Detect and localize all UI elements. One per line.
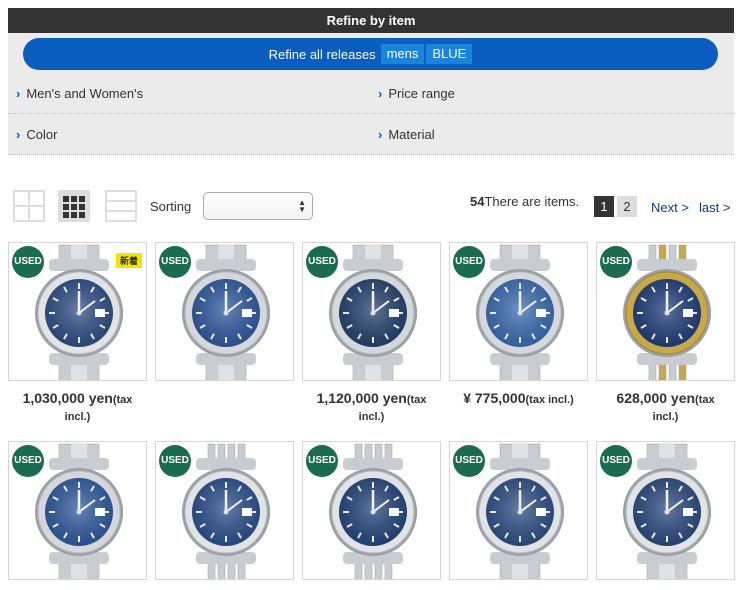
price-amount: 1,120,000 yen — [316, 390, 407, 406]
last-link[interactable]: last > — [699, 200, 730, 215]
refine-by-item-header: Refine by item — [8, 8, 734, 33]
product-card[interactable]: USED — [596, 441, 735, 580]
price-amount: 628,000 yen — [616, 390, 696, 406]
view-grid-small-icon[interactable] — [58, 190, 90, 222]
product-card[interactable]: USED — [596, 242, 735, 381]
chevron-right-icon: › — [16, 126, 21, 142]
used-badge: USED — [12, 445, 44, 477]
product-card[interactable]: USED 新着 — [8, 242, 147, 381]
item-count: 54There are items. — [470, 194, 579, 209]
filter-gender-label: Men's and Women's — [26, 85, 144, 101]
price-tax-note: (tax — [406, 394, 427, 406]
used-badge: USED — [453, 246, 485, 278]
product-card[interactable]: USED — [302, 242, 441, 381]
product-card[interactable]: USED — [155, 242, 294, 381]
product-card[interactable]: USED — [449, 242, 588, 381]
new-arrival-badge: 新着 — [115, 253, 142, 268]
product-price: 628,000 yen(tax incl.) — [596, 390, 735, 425]
divider — [8, 154, 734, 155]
refine-all-releases-label: Refine all releases — [268, 46, 376, 62]
price-tax-note-line2: incl.) — [64, 411, 91, 423]
chevron-right-icon: › — [378, 85, 383, 101]
product-price: 1,120,000 yen(tax incl.) — [302, 390, 441, 425]
product-card[interactable]: USED — [8, 441, 147, 580]
chevron-right-icon: › — [16, 85, 21, 101]
page-1[interactable]: 1 — [594, 196, 614, 217]
filter-material-label: Material — [388, 126, 435, 142]
divider — [8, 113, 734, 114]
price-tax-note: (tax — [695, 394, 715, 406]
filter-price-range-label: Price range — [388, 85, 455, 101]
filter-gender[interactable]: › Men's and Women's — [16, 73, 143, 113]
used-badge: USED — [306, 445, 338, 477]
refine-panel: Refine all releases mens BLUE › Men's an… — [8, 33, 734, 155]
page-2[interactable]: 2 — [617, 196, 637, 217]
sorting-label: Sorting — [150, 199, 192, 214]
item-count-text: There are items. — [484, 194, 580, 209]
product-card[interactable]: USED — [302, 441, 441, 580]
chip-blue[interactable]: BLUE — [426, 44, 473, 64]
view-grid-large-icon[interactable] — [13, 190, 45, 222]
price-tax-note-line2: incl.) — [652, 411, 679, 423]
used-badge: USED — [600, 246, 632, 278]
refine-all-releases-bar[interactable]: Refine all releases mens BLUE — [23, 38, 718, 70]
next-link[interactable]: Next > — [651, 200, 689, 215]
used-badge: USED — [159, 246, 191, 278]
used-badge: USED — [453, 445, 485, 477]
view-list-icon[interactable] — [105, 190, 137, 222]
price-amount: ¥ 775,000 — [463, 390, 526, 406]
chip-mens[interactable]: mens — [380, 44, 425, 64]
price-tax-note: (tax — [112, 394, 133, 406]
product-card[interactable]: USED — [155, 441, 294, 580]
price-tax-note-line2: incl.) — [358, 411, 385, 423]
product-price: 1,030,000 yen(tax incl.) — [8, 390, 147, 425]
filter-color-label: Color — [26, 126, 58, 142]
price-amount: 1,030,000 yen — [22, 390, 113, 406]
chevron-right-icon: › — [378, 126, 383, 142]
product-price: ¥ 775,000(tax incl.) — [449, 390, 588, 408]
product-card[interactable]: USED — [449, 441, 588, 580]
used-badge: USED — [159, 445, 191, 477]
used-badge: USED — [600, 445, 632, 477]
select-arrows-icon: ▲ ▼ — [298, 198, 306, 214]
item-count-number: 54 — [470, 194, 485, 209]
filter-price-range[interactable]: › Price range — [378, 73, 455, 113]
used-badge: USED — [12, 246, 44, 278]
used-badge: USED — [306, 246, 338, 278]
sorting-select[interactable]: ▲ ▼ — [203, 192, 313, 220]
price-tax-note: (tax incl.) — [525, 394, 574, 406]
filter-color[interactable]: › Color — [16, 114, 57, 154]
filter-material[interactable]: › Material — [378, 114, 435, 154]
